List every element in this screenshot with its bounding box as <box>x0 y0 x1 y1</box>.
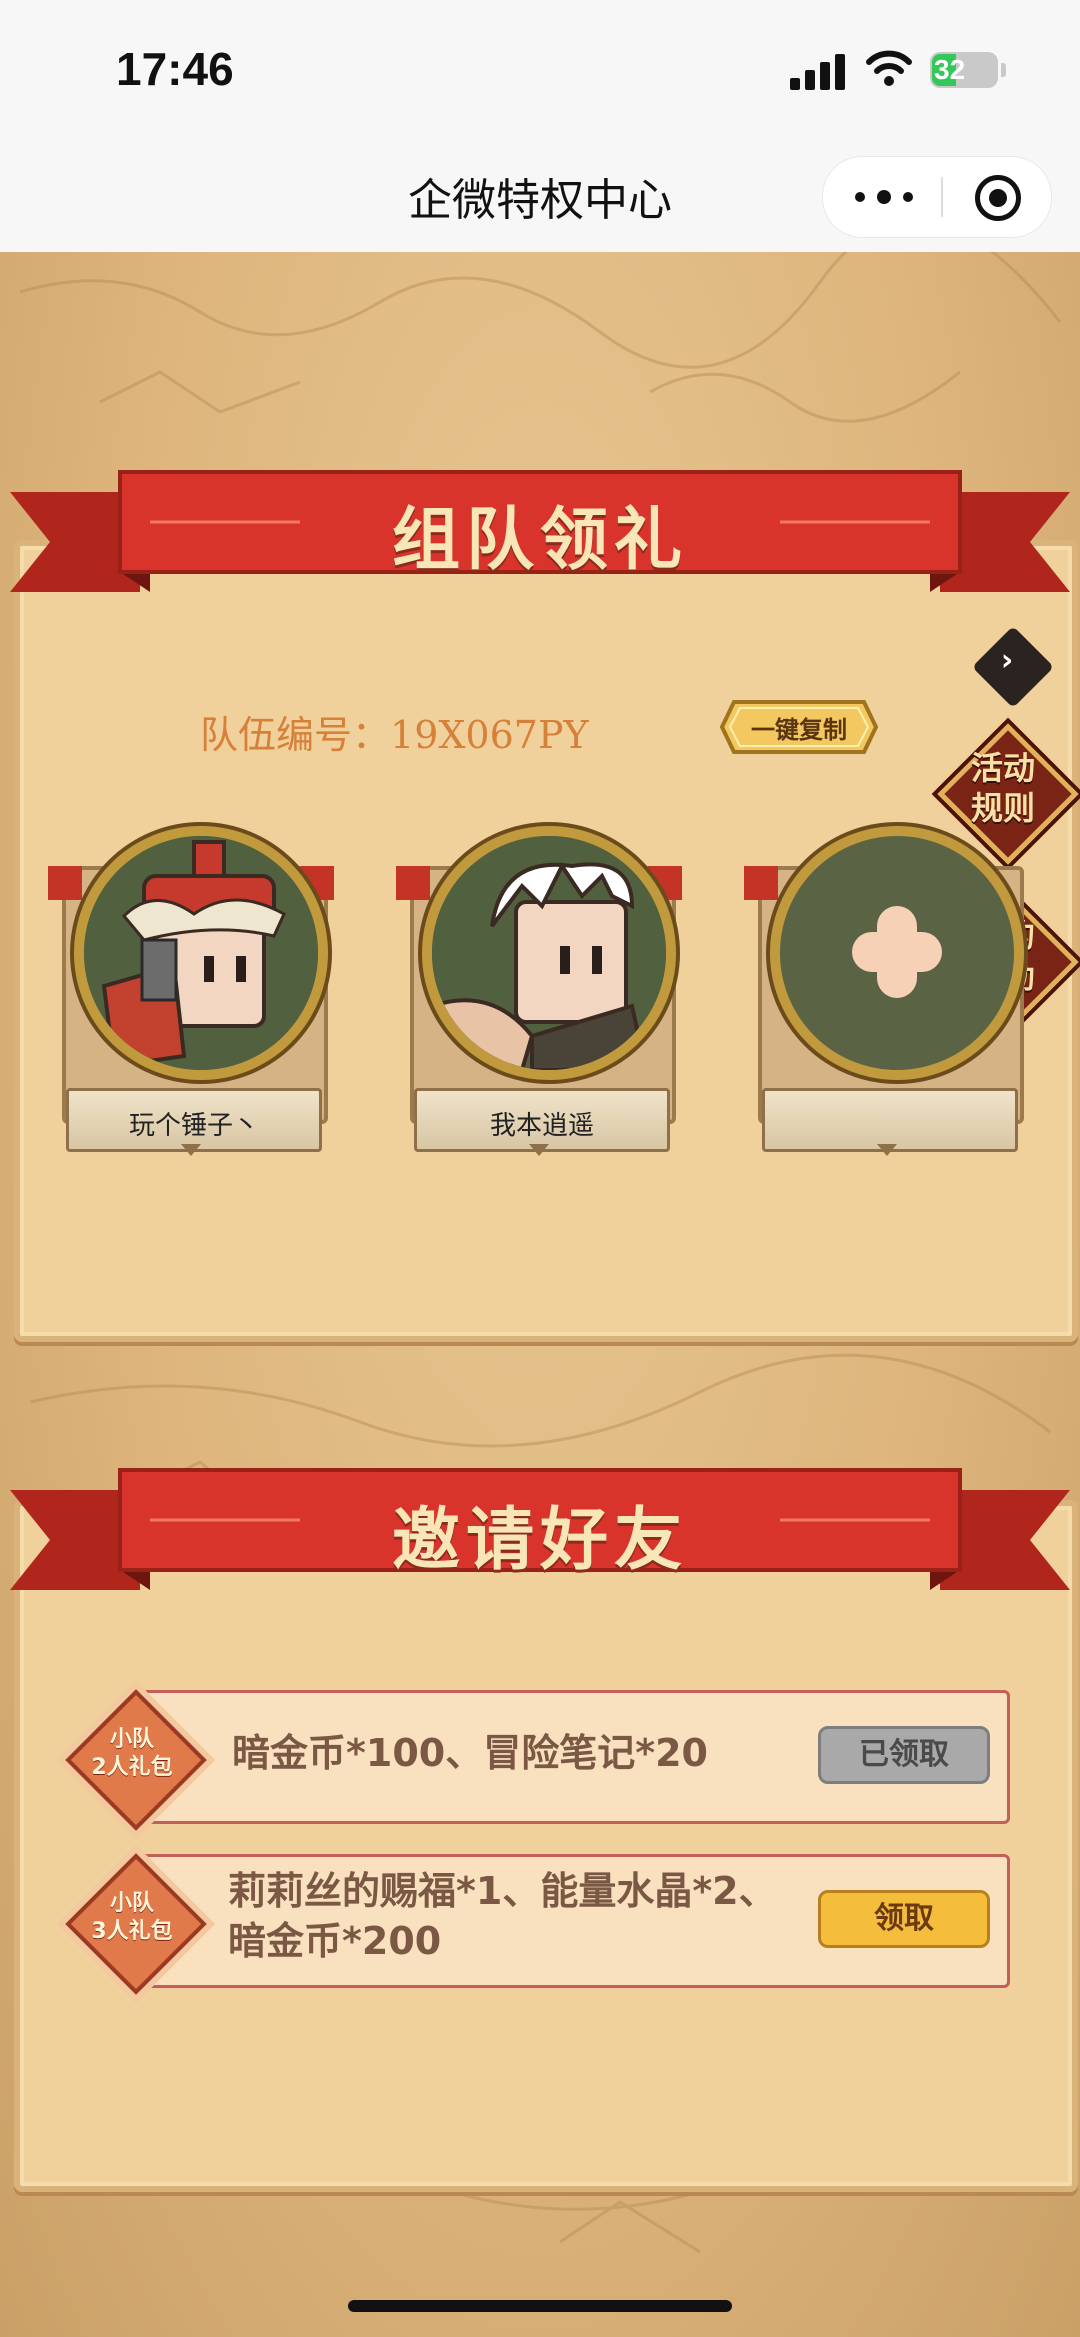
member-avatar <box>422 826 676 1080</box>
reward-row: 小队 3人礼包 莉莉丝的赐福*1、能量水晶*2、 暗金币*200 领取 <box>64 1853 1014 1995</box>
claimed-button[interactable]: 已领取 <box>818 1726 990 1784</box>
activity-rules-label: 活动 规则 <box>970 749 1035 827</box>
reward-row: 小队 2人礼包 暗金币*100、冒险笔记*20 已领取 <box>64 1689 1014 1831</box>
reward-description: 莉莉丝的赐福*1、能量水晶*2、 暗金币*200 <box>228 1869 777 1963</box>
gift-pack-label: 小队 3人礼包 <box>91 1891 173 1944</box>
chevron-right-icon: › <box>1000 642 1014 678</box>
member-name: 玩个锤子丶 <box>128 1111 259 1141</box>
member-avatar <box>74 826 328 1080</box>
battery-icon: 32 <box>930 52 998 88</box>
team-id-label: 队伍编号： <box>200 713 391 757</box>
nav-bar: 企微特权中心 <box>0 140 1080 252</box>
add-member-button[interactable] <box>770 826 1024 1080</box>
invite-panel <box>14 1500 1078 2192</box>
copy-button-label: 一键复制 <box>751 716 847 744</box>
team-id-row: 队伍编号：19X067PY <box>200 704 589 759</box>
copy-team-id-button[interactable]: 一键复制 <box>719 698 879 756</box>
team-id-value: 19X067PY <box>390 713 589 757</box>
gift-pack-label: 小队 2人礼包 <box>91 1727 173 1780</box>
more-icon[interactable] <box>855 187 915 207</box>
claim-button[interactable]: 领取 <box>818 1890 990 1948</box>
member-name: 我本逍遥 <box>489 1111 594 1141</box>
mini-program-capsule <box>822 156 1052 238</box>
invite-section-title: 邀请好友 <box>391 1501 688 1580</box>
home-indicator <box>348 2300 732 2312</box>
member-nameplate <box>762 1088 1018 1152</box>
team-member-slot[interactable]: 玩个锤子丶 <box>46 826 336 1176</box>
member-nameplate: 我本逍遥 <box>414 1088 670 1152</box>
close-target-icon[interactable] <box>975 175 1021 221</box>
signal-icon <box>790 52 846 90</box>
gift-pack-badge: 小队 2人礼包 <box>64 1688 207 1831</box>
invite-member-slot[interactable] <box>742 826 1032 1176</box>
reward-description: 暗金币*100、冒险笔记*20 <box>232 1731 708 1775</box>
status-bar: 17:46 32 <box>0 0 1080 140</box>
wifi-icon <box>866 50 912 86</box>
team-member-slot[interactable]: 我本逍遥 <box>394 826 684 1176</box>
member-nameplate: 玩个锤子丶 <box>66 1088 322 1152</box>
gift-pack-badge: 小队 3人礼包 <box>64 1852 207 1995</box>
team-section-title: 组队领礼 <box>391 501 688 580</box>
status-time: 17:46 <box>116 43 234 95</box>
battery-level: 32 <box>934 54 966 85</box>
